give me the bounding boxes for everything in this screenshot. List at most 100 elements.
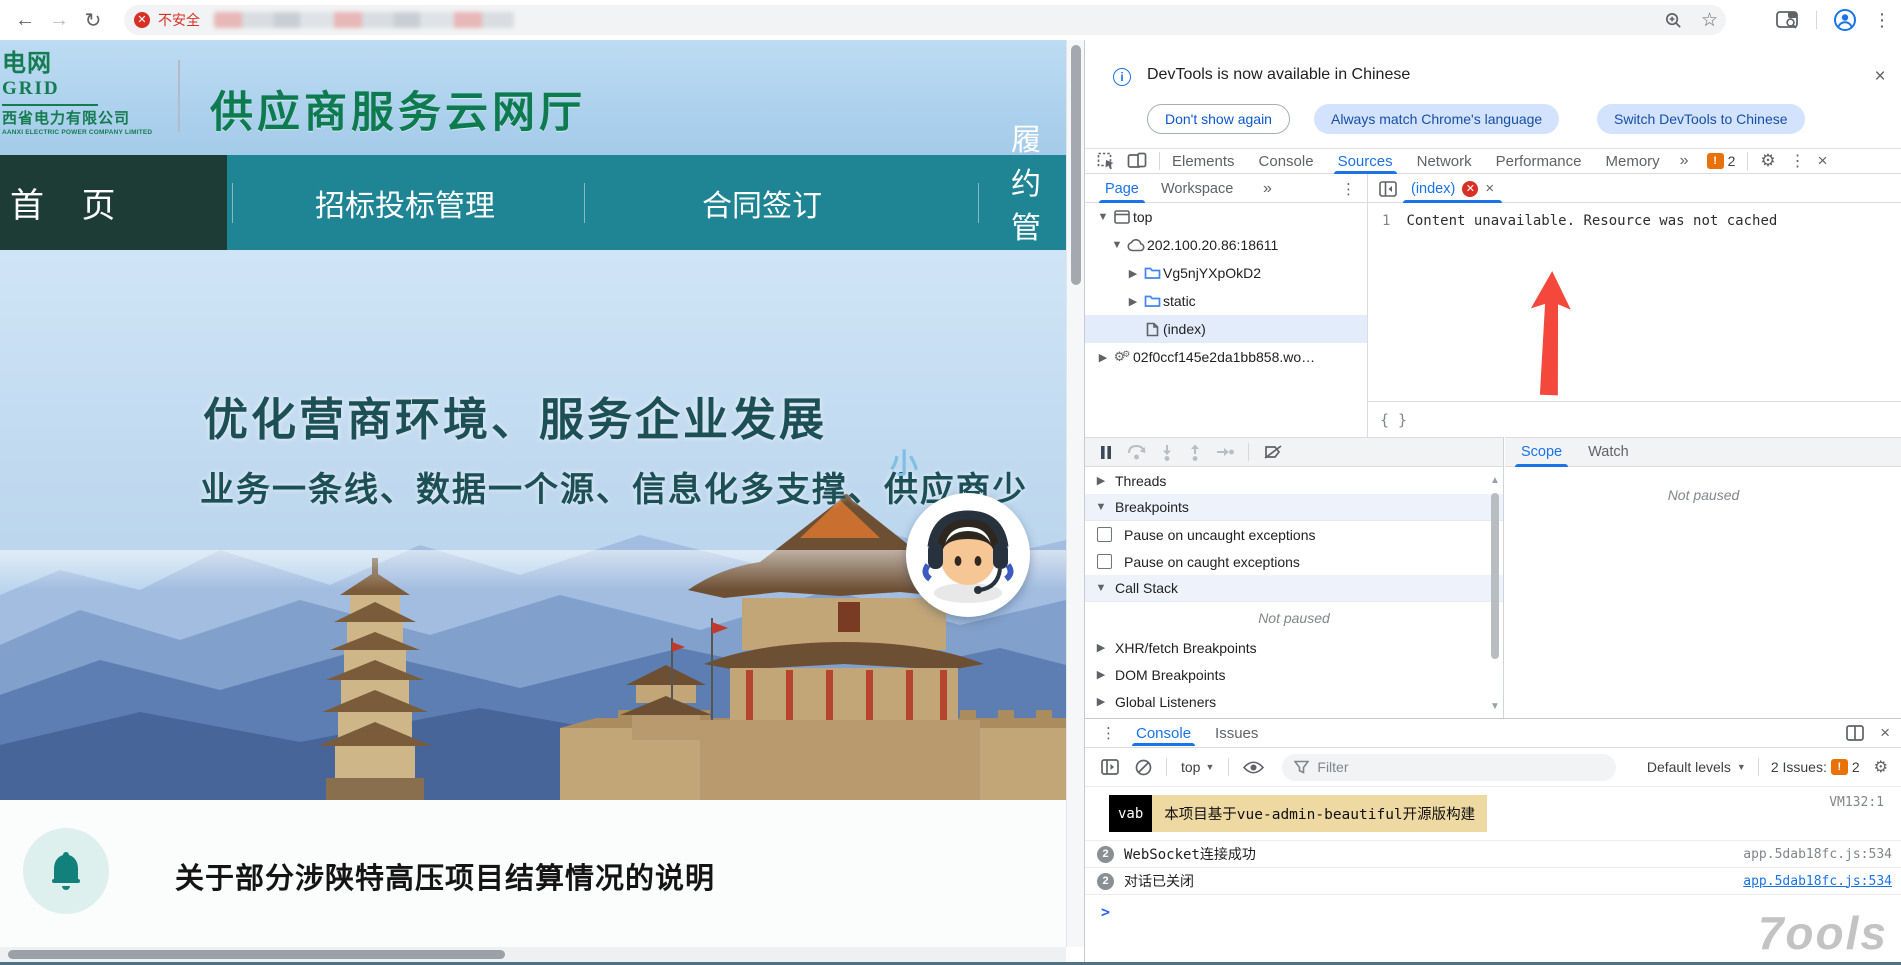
expander-closed-icon[interactable]: ▶ xyxy=(1093,695,1109,708)
dont-show-again-button[interactable]: Don't show again xyxy=(1147,104,1290,134)
tree-item-domain[interactable]: ▼ 202.100.20.86:18611 xyxy=(1085,231,1367,259)
section-xhr-breakpoints[interactable]: ▶XHR/fetch Breakpoints xyxy=(1085,634,1503,661)
expander-closed-icon[interactable]: ▶ xyxy=(1125,295,1141,308)
tree-item-folder-static[interactable]: ▶ static xyxy=(1085,287,1367,315)
drawer-close-icon[interactable]: × xyxy=(1880,723,1890,743)
tab-drawer-issues[interactable]: Issues xyxy=(1215,720,1258,746)
expander-closed-icon[interactable]: ▶ xyxy=(1095,351,1111,364)
deactivate-breakpoints-icon[interactable] xyxy=(1263,444,1283,460)
live-expression-eye-icon[interactable] xyxy=(1243,760,1264,775)
nav-item-bidding[interactable]: 招标投标管理 xyxy=(315,155,495,250)
settings-gear-icon[interactable]: ⚙ xyxy=(1760,151,1775,171)
console-message-vab[interactable]: vab 本项目基于vue-admin-beautiful开源版构建 VM132:… xyxy=(1085,787,1901,840)
notification-close-icon[interactable]: × xyxy=(1868,66,1892,88)
drawer-menu-icon[interactable]: ⋮ xyxy=(1101,724,1116,742)
pause-uncaught-checkbox[interactable] xyxy=(1097,527,1112,542)
tree-item-index[interactable]: (index) xyxy=(1085,315,1367,343)
message-source-link[interactable]: app.5dab18fc.js:534 xyxy=(1743,874,1892,889)
debugger-scrollbar-thumb[interactable] xyxy=(1491,493,1499,659)
scroll-down-icon[interactable]: ▼ xyxy=(1489,701,1501,712)
console-settings-gear-icon[interactable]: ⚙ xyxy=(1874,757,1888,777)
tree-item-top[interactable]: ▼ top xyxy=(1085,203,1367,231)
step-out-icon[interactable] xyxy=(1188,444,1202,461)
notice-title[interactable]: 关于部分涉陕特高压项目结算情况的说明 xyxy=(175,855,715,897)
device-toolbar-icon[interactable] xyxy=(1127,152,1147,170)
customer-service-avatar[interactable] xyxy=(906,493,1030,617)
expander-closed-icon[interactable]: ▶ xyxy=(1093,641,1109,654)
tab-network[interactable]: Network xyxy=(1417,148,1472,174)
console-message-dialog-closed[interactable]: 2 对话已关闭 app.5dab18fc.js:534 xyxy=(1085,868,1901,894)
not-secure-label[interactable]: 不安全 xyxy=(158,10,200,30)
console-filter-input[interactable]: Filter xyxy=(1282,754,1616,781)
tab-memory[interactable]: Memory xyxy=(1606,148,1660,174)
vertical-scrollbar[interactable] xyxy=(1066,40,1084,947)
scroll-up-icon[interactable]: ▲ xyxy=(1489,475,1501,486)
context-selector[interactable]: top ▼ xyxy=(1181,759,1214,775)
message-source-link[interactable]: app.5dab18fc.js:534 xyxy=(1743,847,1892,862)
console-sidebar-icon[interactable] xyxy=(1101,759,1119,775)
message-source-link[interactable]: VM132:1 xyxy=(1829,795,1884,810)
expander-open-icon[interactable]: ▼ xyxy=(1109,239,1125,251)
section-threads[interactable]: ▶Threads xyxy=(1085,467,1503,494)
forward-icon[interactable]: → xyxy=(42,3,76,37)
bookmark-star-icon[interactable]: ☆ xyxy=(1701,9,1718,32)
tab-elements[interactable]: Elements xyxy=(1172,148,1235,174)
debugger-scrollbar[interactable]: ▲ ▼ xyxy=(1489,471,1501,714)
tab-page[interactable]: Page xyxy=(1105,174,1139,203)
tab-drawer-console[interactable]: Console xyxy=(1136,720,1191,746)
console-issues-counter[interactable]: 2 Issues: ! 2 xyxy=(1771,759,1860,775)
navigator-menu-icon[interactable]: ⋮ xyxy=(1341,174,1356,203)
profile-icon[interactable] xyxy=(1833,8,1857,32)
tab-sources[interactable]: Sources xyxy=(1338,148,1393,174)
switch-to-chinese-button[interactable]: Switch DevTools to Chinese xyxy=(1597,104,1805,134)
section-dom-breakpoints[interactable]: ▶DOM Breakpoints xyxy=(1085,661,1503,688)
expander-open-icon[interactable]: ▼ xyxy=(1095,211,1111,223)
browser-menu-icon[interactable]: ⋮ xyxy=(1873,10,1891,31)
tab-watch[interactable]: Watch xyxy=(1588,437,1629,467)
hide-navigator-icon[interactable] xyxy=(1379,174,1397,203)
back-icon[interactable]: ← xyxy=(8,3,42,37)
tab-scope[interactable]: Scope xyxy=(1521,437,1562,467)
match-chrome-language-button[interactable]: Always match Chrome's language xyxy=(1314,104,1559,134)
more-tabs-icon[interactable]: » xyxy=(1680,152,1689,170)
issues-counter[interactable]: ! 2 xyxy=(1707,153,1736,169)
section-global-listeners[interactable]: ▶Global Listeners xyxy=(1085,688,1503,715)
nav-item-home[interactable]: 首 页 xyxy=(0,155,227,250)
format-code-icon[interactable]: { } xyxy=(1380,411,1407,429)
source-editor[interactable]: 1 Content unavailable. Resource was not … xyxy=(1368,203,1901,401)
devtools-menu-icon[interactable]: ⋮ xyxy=(1790,151,1806,171)
nav-item-performance[interactable]: 履约管理 xyxy=(1011,155,1066,250)
devtools-close-icon[interactable]: × xyxy=(1818,151,1828,171)
expander-closed-icon[interactable]: ▶ xyxy=(1093,668,1109,681)
tab-close-icon[interactable]: × xyxy=(1485,180,1494,197)
navigator-more-tabs-icon[interactable]: » xyxy=(1263,174,1272,203)
tab-performance[interactable]: Performance xyxy=(1496,148,1582,174)
console-message-websocket[interactable]: 2 WebSocket连接成功 app.5dab18fc.js:534 xyxy=(1085,841,1901,867)
zoom-icon[interactable] xyxy=(1664,11,1683,30)
tab-search-icon[interactable] xyxy=(1776,10,1800,30)
expander-closed-icon[interactable]: ▶ xyxy=(1093,474,1109,487)
address-bar[interactable]: ✕ 不安全 ☆ xyxy=(124,5,1726,35)
inspect-element-icon[interactable] xyxy=(1097,152,1115,170)
tab-workspace[interactable]: Workspace xyxy=(1161,174,1233,203)
expander-open-icon[interactable]: ▼ xyxy=(1093,582,1109,594)
tab-console[interactable]: Console xyxy=(1259,148,1314,174)
step-into-icon[interactable] xyxy=(1160,444,1174,461)
horizontal-scrollbar-thumb[interactable] xyxy=(8,950,505,959)
expander-open-icon[interactable]: ▼ xyxy=(1093,501,1109,513)
pause-icon[interactable] xyxy=(1099,445,1113,460)
step-over-icon[interactable] xyxy=(1127,444,1146,460)
tree-item-folder-vg[interactable]: ▶ Vg5njYXpOkD2 xyxy=(1085,259,1367,287)
vertical-scrollbar-thumb[interactable] xyxy=(1071,45,1081,285)
pause-caught-row[interactable]: Pause on caught exceptions xyxy=(1085,548,1503,575)
clear-console-icon[interactable] xyxy=(1135,759,1152,776)
pause-uncaught-row[interactable]: Pause on uncaught exceptions xyxy=(1085,521,1503,548)
reload-icon[interactable]: ↻ xyxy=(76,3,110,37)
pause-caught-checkbox[interactable] xyxy=(1097,554,1112,569)
tree-item-worker[interactable]: ▶ ⚙⚙ 02f0ccf145e2da1bb858.wo… xyxy=(1085,343,1367,371)
default-levels-selector[interactable]: Default levels ▼ xyxy=(1647,759,1746,775)
toggle-drawer-layout-icon[interactable] xyxy=(1846,725,1864,741)
editor-tab-index[interactable]: (index) ✕ × xyxy=(1403,174,1502,203)
section-call-stack[interactable]: ▼Call Stack xyxy=(1085,575,1503,602)
horizontal-scrollbar[interactable] xyxy=(0,947,1066,962)
